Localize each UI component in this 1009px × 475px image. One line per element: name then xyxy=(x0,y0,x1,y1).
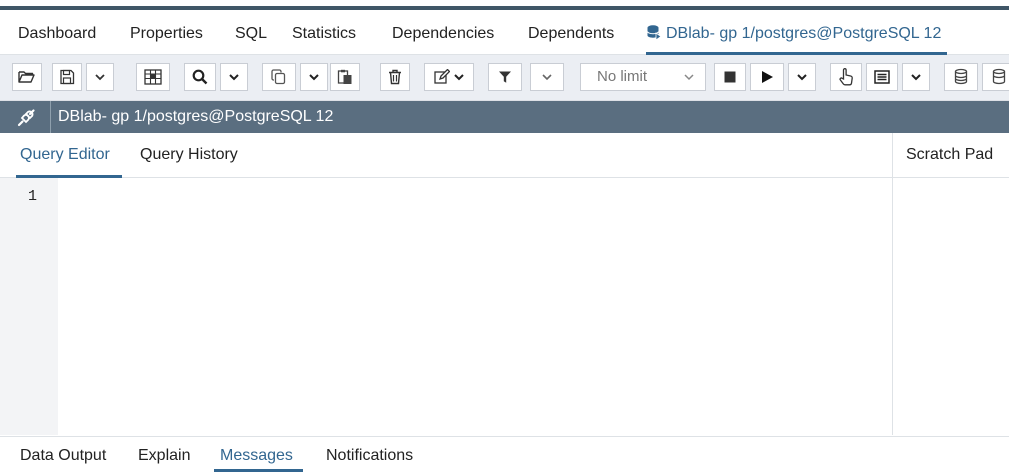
database-commit-icon xyxy=(954,68,968,85)
tab-explain[interactable]: Explain xyxy=(138,437,190,472)
main-tab-bar: Dashboard Properties SQL Statistics Depe… xyxy=(0,14,1009,55)
tab-dependents[interactable]: Dependents xyxy=(528,14,614,54)
execute-options-dropdown[interactable] xyxy=(788,63,816,91)
chevron-down-icon xyxy=(309,74,319,81)
editor-tab-bar: Query Editor Query History xyxy=(0,133,1009,178)
commit-button[interactable] xyxy=(944,63,978,91)
connection-plug-icon[interactable] xyxy=(16,108,36,128)
connection-label: DBlab- gp 1/postgres@PostgreSQL 12 xyxy=(58,108,334,125)
line-number-gutter: 1 xyxy=(0,178,58,435)
sql-editor: 1 xyxy=(0,178,892,435)
trash-icon xyxy=(389,69,401,85)
grid-icon xyxy=(144,69,162,85)
pointer-icon xyxy=(839,68,853,86)
edit-grid-button[interactable] xyxy=(136,63,170,91)
find-button[interactable] xyxy=(184,63,216,91)
save-icon xyxy=(60,69,75,85)
window-top-strip xyxy=(0,0,1009,10)
open-file-button[interactable] xyxy=(12,63,42,91)
delete-rows-button[interactable] xyxy=(380,63,410,91)
row-limit-value: No limit xyxy=(597,68,648,85)
database-icon xyxy=(647,25,662,40)
chevron-down-icon xyxy=(684,74,694,81)
chevron-down-icon xyxy=(542,74,552,81)
explain-analyze-button[interactable] xyxy=(866,63,898,91)
paste-icon xyxy=(337,69,352,84)
tab-sql[interactable]: SQL xyxy=(235,14,267,54)
query-toolbar: No limit xyxy=(0,55,1009,101)
list-icon xyxy=(874,70,890,84)
find-options-dropdown[interactable] xyxy=(220,63,248,91)
scratch-pad-area[interactable] xyxy=(893,178,1009,435)
stop-icon xyxy=(724,71,736,83)
tab-query-tool-label: DBlab- gp 1/postgres@PostgreSQL 12 xyxy=(666,25,942,42)
chevron-down-icon xyxy=(797,74,807,81)
tab-messages[interactable]: Messages xyxy=(214,437,303,472)
filter-options-dropdown[interactable] xyxy=(530,63,564,91)
tab-notifications[interactable]: Notifications xyxy=(326,437,413,472)
edit-options-button[interactable] xyxy=(424,63,474,91)
rollback-button[interactable] xyxy=(982,63,1009,91)
explain-options-dropdown[interactable] xyxy=(902,63,930,91)
copy-icon xyxy=(271,69,286,85)
edit-icon xyxy=(433,69,450,84)
chevron-down-icon xyxy=(229,74,239,81)
play-icon xyxy=(762,71,773,83)
paste-button[interactable] xyxy=(330,63,360,91)
tab-query-history[interactable]: Query History xyxy=(140,133,238,177)
tab-dependencies[interactable]: Dependencies xyxy=(392,14,494,54)
connection-bar: DBlab- gp 1/postgres@PostgreSQL 12 xyxy=(0,101,1009,133)
open-folder-icon xyxy=(18,71,35,83)
tab-scratch-pad[interactable]: Scratch Pad xyxy=(906,133,993,177)
results-tab-bar: Data Output Explain Messages Notificatio… xyxy=(0,436,1009,472)
chevron-down-icon xyxy=(453,74,464,81)
chevron-down-icon xyxy=(911,74,921,81)
tab-dashboard[interactable]: Dashboard xyxy=(18,14,96,54)
execute-button[interactable] xyxy=(750,63,784,91)
tab-statistics[interactable]: Statistics xyxy=(292,14,356,54)
explain-button[interactable] xyxy=(830,63,862,91)
row-limit-select[interactable]: No limit xyxy=(580,63,706,91)
connection-bar-divider xyxy=(50,101,51,133)
cancel-query-button[interactable] xyxy=(714,63,746,91)
sql-code-area[interactable] xyxy=(58,178,892,435)
database-rollback-icon xyxy=(992,68,1006,85)
tab-properties[interactable]: Properties xyxy=(130,14,203,54)
save-file-button[interactable] xyxy=(52,63,82,91)
tab-query-tool[interactable]: DBlab- gp 1/postgres@PostgreSQL 12 xyxy=(646,14,948,55)
save-options-dropdown[interactable] xyxy=(86,63,114,91)
line-number: 1 xyxy=(28,188,38,205)
search-icon xyxy=(192,69,208,85)
copy-options-dropdown[interactable] xyxy=(300,63,328,91)
filter-button[interactable] xyxy=(488,63,522,91)
chevron-down-icon xyxy=(95,74,105,81)
tab-query-editor[interactable]: Query Editor xyxy=(16,133,122,178)
top-accent-bar xyxy=(0,6,1009,10)
tab-data-output[interactable]: Data Output xyxy=(20,437,106,472)
copy-button[interactable] xyxy=(262,63,296,91)
filter-icon xyxy=(499,71,511,83)
